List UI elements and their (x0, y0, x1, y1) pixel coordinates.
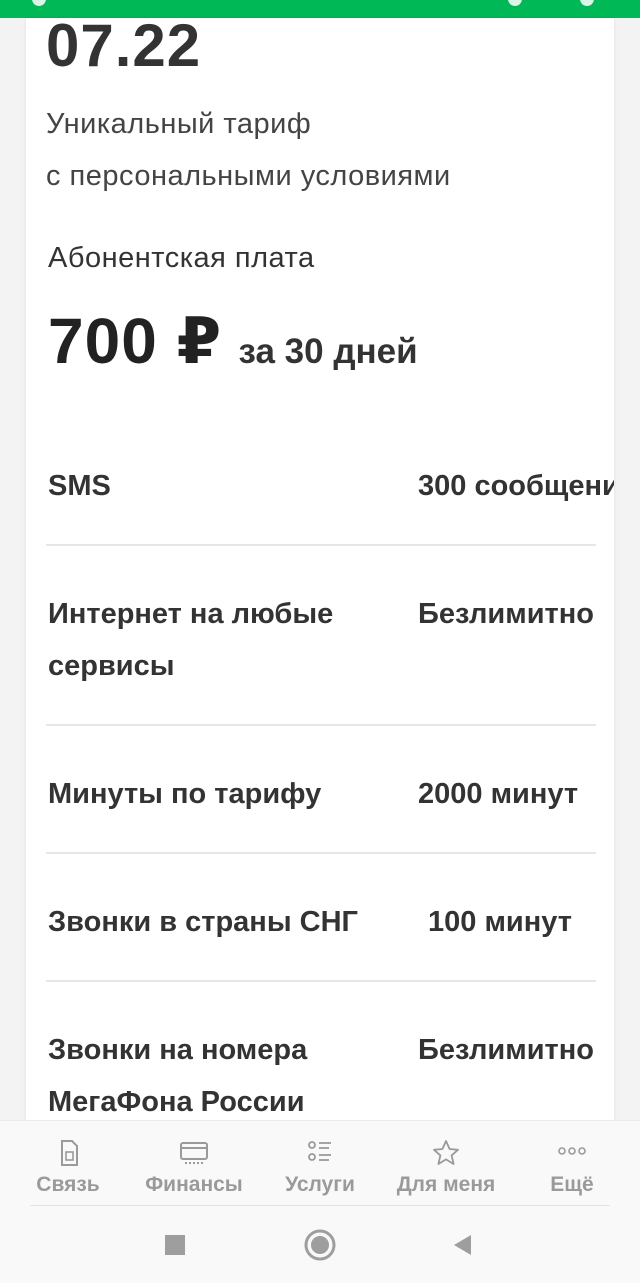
home-button[interactable] (303, 1228, 337, 1262)
tariff-card: 07.22 Уникальный тариф с персональными у… (26, 18, 614, 1128)
fee-line: 700 ₽ за 30 дней (48, 304, 418, 379)
feature-value: 300 сообщений (418, 470, 614, 502)
star-icon (433, 1140, 459, 1165)
feature-row-minutes: Минуты по тарифу 2000 минут (46, 726, 596, 854)
fee-label: Абонентская плата (48, 242, 315, 274)
fee-period: за 30 дней (238, 332, 418, 371)
back-triangle-icon (454, 1235, 471, 1255)
fee-price: 700 ₽ (48, 305, 223, 377)
tab-eshche[interactable]: Ещё (508, 1121, 636, 1209)
bottom-tab-bar: Связь Финансы Услуги Для меня Ещё (0, 1120, 640, 1208)
back-button[interactable] (446, 1228, 480, 1262)
tariff-title: 07.22 (46, 18, 202, 79)
tab-label: Финансы (145, 1173, 243, 1196)
tab-label: Ещё (550, 1173, 594, 1196)
services-list-icon (308, 1141, 331, 1161)
sim-card-icon (61, 1140, 78, 1166)
home-circle-icon (304, 1229, 336, 1261)
tariff-description: Уникальный тариф с персональными условия… (46, 98, 586, 202)
feature-row-internet: Интернет на любые сервисы Безлимитно (46, 546, 596, 726)
feature-name: Звонки на номера МегаФона России (48, 1034, 308, 1118)
feature-value: 2000 минут (418, 778, 579, 810)
wallet-icon (180, 1142, 208, 1164)
more-dots-icon (558, 1147, 586, 1155)
feature-row-sms: SMS 300 сообщений (46, 458, 614, 546)
tab-dlya-menya[interactable]: Для меня (382, 1121, 510, 1209)
feature-name: Звонки в страны СНГ (48, 906, 358, 938)
tab-label: Услуги (285, 1173, 355, 1196)
square-icon (165, 1235, 185, 1255)
status-icon (32, 0, 46, 6)
feature-name: SMS (48, 470, 111, 502)
feature-value: 100 минут (428, 906, 572, 938)
feature-value: Безлимитно (418, 1034, 594, 1066)
tab-label: Связь (36, 1173, 100, 1196)
status-icon (580, 0, 594, 6)
feature-value: Безлимитно (418, 598, 594, 630)
feature-row-cis-calls: Звонки в страны СНГ 100 минут (46, 854, 596, 982)
tab-svyaz[interactable]: Связь (4, 1121, 132, 1209)
feature-name: Минуты по тарифу (48, 778, 322, 810)
feature-row-megafon-calls: Звонки на номера МегаФона России Безлими… (46, 982, 596, 1128)
recent-apps-button[interactable] (158, 1228, 192, 1262)
status-icon (508, 0, 522, 6)
tariff-description-line: с персональными условиями (46, 160, 451, 192)
tariff-description-line: Уникальный тариф (46, 108, 312, 140)
feature-name: Интернет на любые сервисы (48, 598, 334, 682)
status-bar (0, 0, 640, 18)
system-navigation-bar (0, 1206, 640, 1283)
tab-finansy[interactable]: Финансы (130, 1121, 258, 1209)
tab-uslugi[interactable]: Услуги (256, 1121, 384, 1209)
tab-label: Для меня (396, 1173, 496, 1196)
